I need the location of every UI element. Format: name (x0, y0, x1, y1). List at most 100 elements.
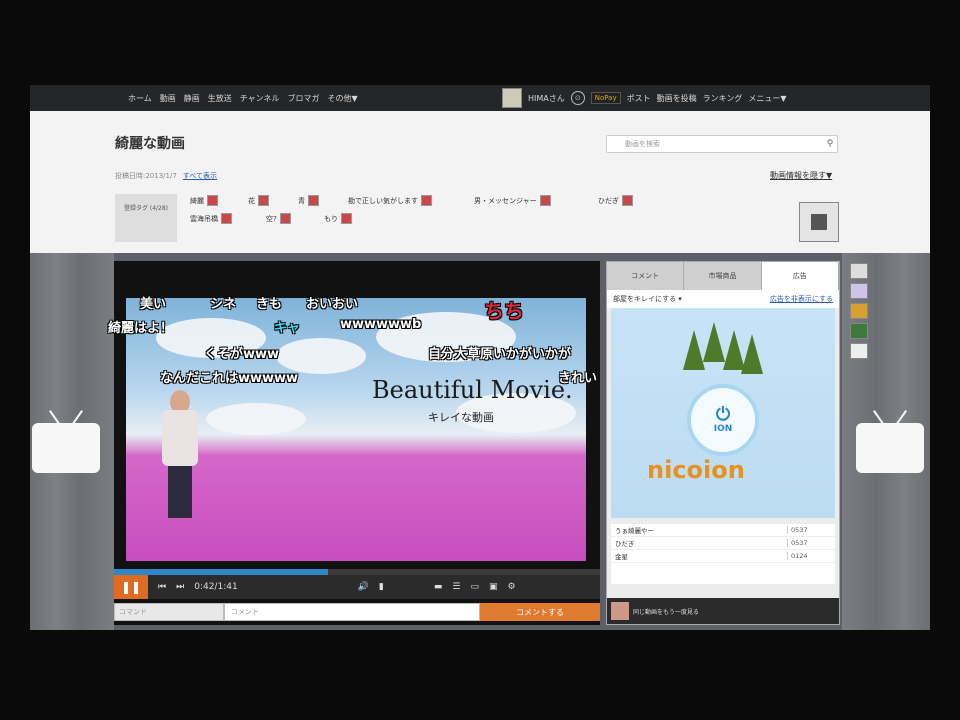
comment-submit-button[interactable]: コメントする (480, 603, 600, 621)
browser-screen: ホーム 動画 静画 生放送 チャンネル ブロマガ その他▼ HIMAさん ⊙ N… (30, 85, 930, 630)
page-title: 綺麗な動画 (115, 136, 185, 152)
ad-banner[interactable]: ⏻ ION nicoion (611, 308, 835, 518)
nav-link-channel[interactable]: チャンネル (240, 93, 280, 104)
dictionary-icon (539, 195, 551, 206)
comment-overlay: 美い (140, 297, 167, 312)
tag-item[interactable]: 綺麗 (190, 195, 218, 206)
left-gutter (30, 253, 114, 630)
avatar[interactable] (502, 88, 522, 108)
comment-toggle-icon[interactable]: ▬ (434, 582, 443, 592)
panel-footer[interactable]: 同じ動画をもう一度見る (607, 598, 839, 624)
volume-slider[interactable]: ▮ (379, 582, 384, 592)
side-panel: コメント 市場商品 広告 部屋をキレイにする ▾ 広告を非表示にする ⏻ ION… (606, 261, 840, 625)
point-icon: ⊙ (570, 91, 585, 105)
comment-overlay: シネ (210, 297, 237, 312)
nav-link-live[interactable]: 生放送 (208, 93, 232, 104)
stamp-column (850, 263, 868, 359)
post-date: 投稿日時:2013/1/7 (115, 172, 177, 180)
comment-overlay: キャ (274, 321, 301, 336)
premium-badge[interactable]: NoPay (590, 92, 621, 104)
dictionary-icon (308, 195, 319, 206)
nav-link-ranking[interactable]: ランキング (703, 93, 743, 104)
pause-button[interactable]: ❚❚ (114, 575, 148, 599)
tag-edit-box[interactable]: 登録タグ (4/28) (115, 194, 177, 242)
dictionary-icon (221, 213, 232, 224)
tab-comments[interactable]: コメント (607, 262, 685, 290)
tag-item[interactable]: 花 (248, 195, 269, 206)
player-controls: ❚❚ ⏮ ⏭ 0:42/1:41 🔊 ▮ ▬ ☰ ▭ ▣ ⚙ (114, 575, 600, 599)
nav-link-seiga[interactable]: 静画 (184, 93, 200, 104)
fullscreen-icon[interactable]: ▣ (489, 582, 498, 592)
dictionary-icon (258, 195, 269, 206)
tree-icon (703, 322, 725, 362)
tab-ads[interactable]: 広告 (761, 262, 839, 290)
nav-link-menu[interactable]: メニュー▼ (748, 93, 786, 104)
tag-item[interactable]: 青 (298, 195, 319, 206)
video-player[interactable]: Beautiful Movie. キレイな動画 美い シネ きも おいおい ちち… (108, 261, 600, 625)
comment-overlay: おいおい (306, 297, 359, 312)
power-icon: ⏻ (715, 404, 731, 425)
tab-market[interactable]: 市場商品 (684, 262, 762, 290)
comment-list: うぁ綺麗やー 0537 ひだぎ 0537 金星 0124 (611, 524, 835, 584)
cloud (206, 403, 306, 435)
dictionary-icon (207, 195, 218, 206)
nav-link-upload[interactable]: 動画を投稿 (657, 93, 697, 104)
hide-ad-link[interactable]: 広告を非表示にする (770, 294, 833, 304)
comment-overlay: きも (256, 297, 283, 312)
comment-overlay: ちち (484, 299, 524, 323)
stamp-icon[interactable] (850, 343, 868, 359)
video-screen[interactable]: Beautiful Movie. キレイな動画 (126, 298, 586, 561)
boy-figure (162, 410, 198, 466)
stamp-icon[interactable] (850, 323, 868, 339)
nav-link-more[interactable]: その他▼ (328, 93, 358, 104)
top-navigation: ホーム 動画 静画 生放送 チャンネル ブロマガ その他▼ HIMAさん ⊙ N… (30, 85, 930, 111)
tag-item[interactable]: もり (324, 213, 352, 224)
brand-logo: nicoion (647, 456, 745, 484)
tag-item[interactable]: 空? (266, 213, 291, 224)
nav-link-post[interactable]: ポスト (627, 93, 651, 104)
search-icon[interactable]: ⚲ (823, 139, 837, 149)
list-item[interactable]: 金星 0124 (611, 550, 835, 563)
comment-input[interactable]: コメント (224, 603, 480, 621)
ichiba-button[interactable] (799, 202, 839, 242)
comment-form: コマンド コメント コメントする (114, 603, 600, 621)
show-all-link[interactable]: すべて表示 (183, 171, 217, 181)
dictionary-icon (279, 213, 291, 224)
dictionary-icon (622, 195, 633, 206)
username[interactable]: HIMAさん (528, 93, 565, 104)
tag-item[interactable]: 勘で正しい気がします (348, 195, 432, 206)
settings-icon[interactable]: ☰ (452, 582, 460, 592)
stamp-icon[interactable] (850, 263, 868, 279)
user-area: HIMAさん ⊙ NoPay ポスト 動画を投稿 ランキング メニュー▼ (502, 88, 787, 108)
market-icon (811, 214, 827, 230)
prev-icon[interactable]: ⏮ (158, 582, 166, 592)
stamp-icon[interactable] (850, 283, 868, 299)
tag-item[interactable]: ひだぎ (598, 195, 633, 206)
command-input[interactable]: コマンド (114, 603, 224, 621)
panel-tabs: コメント 市場商品 広告 (607, 262, 839, 290)
tag-item[interactable]: 雲海吊橋 (190, 213, 232, 224)
ad-dropdown[interactable]: 部屋をキレイにする ▾ (613, 294, 682, 304)
volume-icon[interactable]: 🔊 (358, 582, 369, 592)
list-item[interactable]: ひだぎ 0537 (611, 537, 835, 550)
dictionary-icon (341, 213, 352, 224)
search-placeholder: 動画を検索 (625, 140, 660, 148)
tv-mascot-icon (856, 423, 924, 473)
tv-mascot-icon (32, 423, 100, 473)
screen-mode-icon[interactable]: ▭ (470, 582, 479, 592)
video-meta: 投稿日時:2013/1/7 すべて表示 (115, 171, 217, 181)
next-icon[interactable]: ⏭ (176, 582, 184, 592)
tag-item[interactable]: 男・メッセンジャー (474, 195, 551, 206)
tree-icon (683, 330, 705, 370)
nav-link-video[interactable]: 動画 (160, 93, 176, 104)
nav-link-blomaga[interactable]: ブロマガ (288, 93, 320, 104)
nav-link-home[interactable]: ホーム (128, 93, 152, 104)
footer-text: 同じ動画をもう一度見る (633, 608, 699, 616)
list-item[interactable]: うぁ綺麗やー 0537 (611, 524, 835, 537)
hide-info-link[interactable]: 動画情報を隠す▼ (770, 170, 832, 181)
search-input[interactable]: 動画を検索 ⚲ (606, 135, 838, 153)
video-header: 綺麗な動画 動画を検索 ⚲ 投稿日時:2013/1/7 すべて表示 動画情報を隠… (30, 111, 930, 253)
stamp-icon[interactable] (850, 303, 868, 319)
ion-power-button: ⏻ ION (687, 384, 759, 456)
config-icon[interactable]: ⚙ (507, 582, 515, 592)
